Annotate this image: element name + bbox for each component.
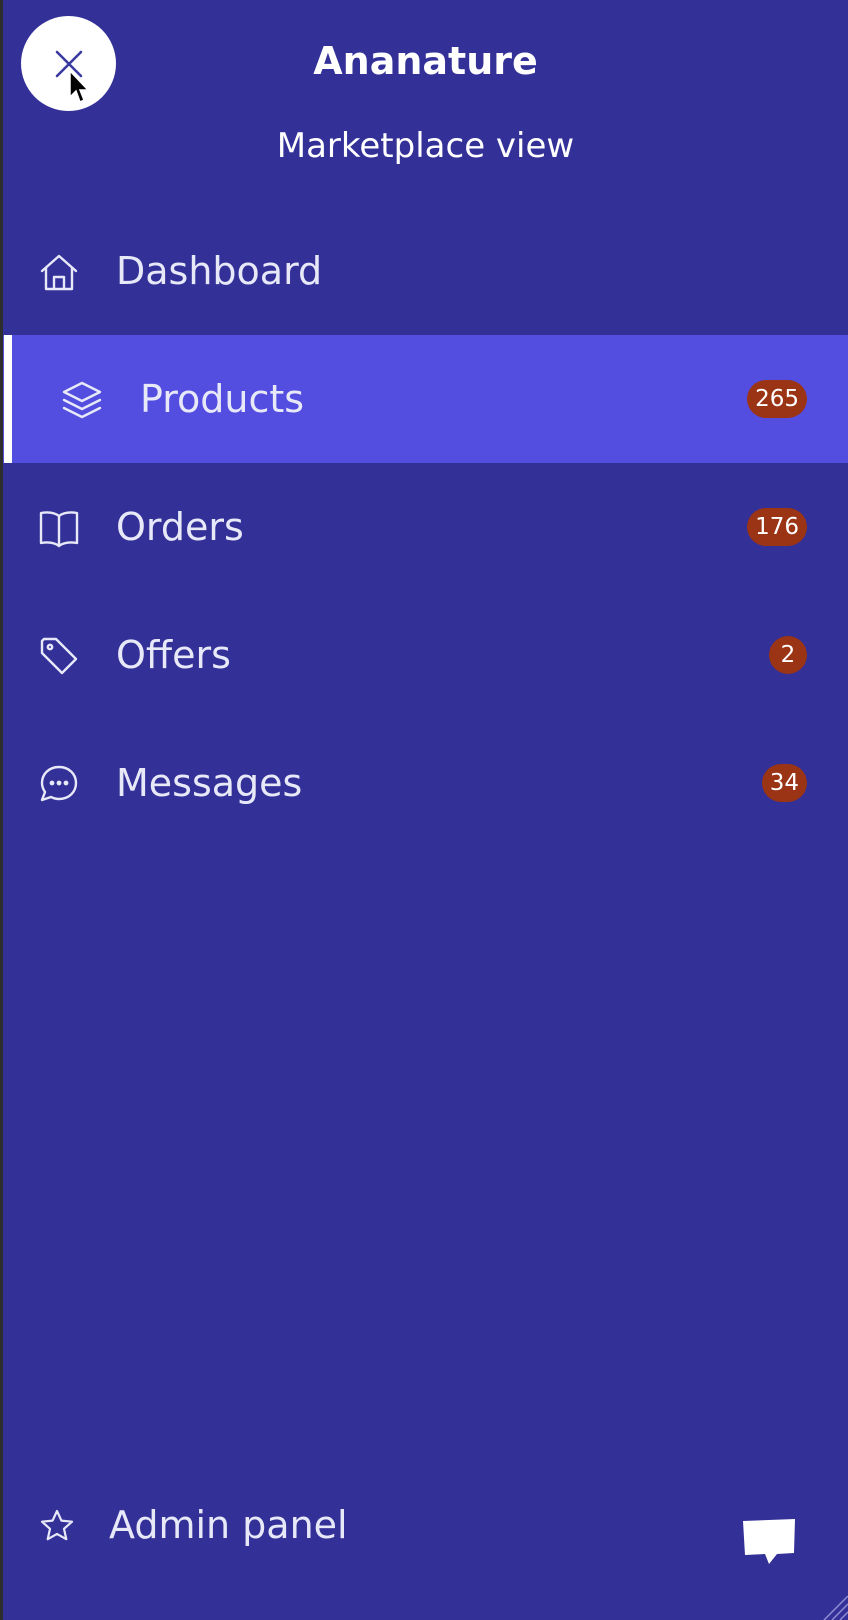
chat-bubble-icon: [38, 763, 80, 805]
book-open-icon: [38, 507, 80, 549]
resize-handle-icon[interactable]: [820, 1592, 848, 1620]
star-icon: [39, 1508, 75, 1544]
nav-item-orders[interactable]: Orders 176: [3, 463, 848, 591]
navigation-drawer: Ananature Marketplace view Dashboard Pro…: [3, 0, 848, 1620]
nav-menu: Dashboard Products 265 Orders 176 Offers…: [3, 207, 848, 847]
nav-item-messages[interactable]: Messages 34: [3, 719, 848, 847]
count-badge: 265: [747, 380, 807, 418]
layers-icon: [61, 379, 103, 421]
nav-item-label: Dashboard: [116, 249, 323, 293]
count-badge: 176: [747, 508, 807, 546]
nav-item-offers[interactable]: Offers 2: [3, 591, 848, 719]
nav-item-label: Orders: [116, 505, 244, 549]
nav-item-label: Offers: [116, 633, 231, 677]
view-subtitle: Marketplace view: [276, 126, 575, 166]
count-badge: 34: [761, 764, 807, 802]
tag-icon: [38, 635, 80, 677]
nav-item-label: Products: [140, 377, 305, 421]
speech-bubble-icon[interactable]: [741, 1517, 797, 1567]
nav-item-products[interactable]: Products 265: [3, 335, 848, 463]
nav-item-dashboard[interactable]: Dashboard: [3, 207, 848, 335]
brand-title: Ananature: [313, 39, 538, 83]
home-icon: [38, 251, 80, 293]
nav-item-label: Messages: [116, 761, 303, 805]
admin-panel-link[interactable]: Admin panel: [3, 1488, 503, 1568]
admin-panel-label: Admin panel: [109, 1503, 348, 1547]
count-badge: 2: [769, 636, 807, 674]
